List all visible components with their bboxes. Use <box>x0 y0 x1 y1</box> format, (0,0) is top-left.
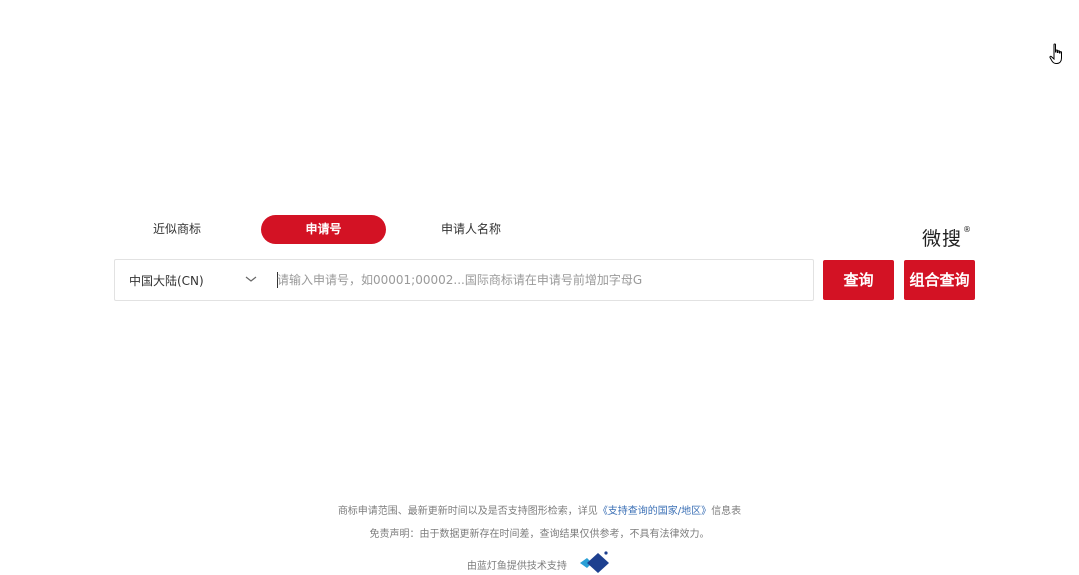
tab-application-number[interactable]: 申请号 <box>261 215 386 244</box>
disclaimer: 免责声明：由于数据更新存在时间差，查询结果仅供参考，不具有法律效力。 <box>369 529 710 540</box>
coverage-notice-suffix: 信息表 <box>711 506 742 517</box>
powered-by: 由蓝灯鱼提供技术支持 <box>0 551 1079 575</box>
trademark-search-page: 近似商标 申请号 申请人名称 微搜® 中国大陆(CN) 查询 组合查询 商标申请… <box>0 0 1079 575</box>
application-number-input[interactable] <box>277 267 797 293</box>
registered-mark: ® <box>963 224 973 234</box>
hand-pointer-icon <box>1049 43 1062 64</box>
brand-logo: 微搜® <box>922 224 972 251</box>
tab-similar-trademark[interactable]: 近似商标 <box>138 215 216 244</box>
brand-name: 微搜 <box>922 228 963 250</box>
coverage-notice: 商标申请范围、最新更新时间以及是否支持图形检索，详见《支持查询的国家/地区》信息… <box>0 502 1079 517</box>
tab-applicant-name[interactable]: 申请人名称 <box>426 215 516 244</box>
supported-countries-link[interactable]: 《支持查询的国家/地区》 <box>598 506 711 517</box>
region-select[interactable]: 中国大陆(CN) <box>115 260 265 300</box>
powered-by-text: 由蓝灯鱼提供技术支持 <box>466 561 567 572</box>
chevron-down-icon <box>245 276 257 282</box>
region-select-value: 中国大陆(CN) <box>129 274 204 288</box>
query-button[interactable]: 查询 <box>823 260 894 300</box>
search-box: 中国大陆(CN) <box>114 259 814 301</box>
combined-query-button[interactable]: 组合查询 <box>904 260 975 300</box>
lanengyu-logo-icon <box>580 551 610 573</box>
coverage-notice-text: 商标申请范围、最新更新时间以及是否支持图形检索，详见 <box>337 506 598 517</box>
